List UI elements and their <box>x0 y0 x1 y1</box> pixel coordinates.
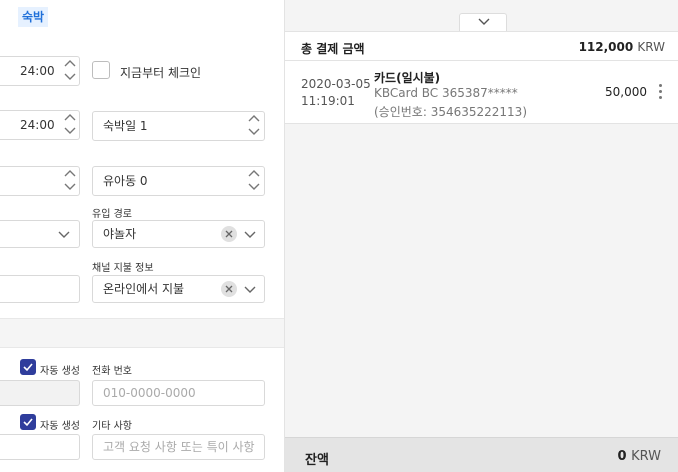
chevron-down-icon <box>244 231 256 238</box>
total-amount-value: 112,000 <box>578 40 634 54</box>
reservation-form-panel: 숙박 24:00 지금부터 체크인 24:00 숙박일 1 유아동 0 유입 경… <box>0 0 284 472</box>
auto-generate-label-2: 자동 생성 <box>40 421 80 432</box>
payment-item[interactable]: 2020-03-05 11:19:01 카드(일시불) KBCard BC 36… <box>285 61 678 124</box>
etc-placeholder: 고객 요청 사항 또는 특이 사항 <box>103 440 255 454</box>
checkin-now-checkbox[interactable] <box>92 61 110 79</box>
guest-id-field-1 <box>0 380 80 406</box>
guest-id-field-2 <box>0 434 80 460</box>
balance-label: 잔액 <box>305 453 329 468</box>
channel-pay-value: 온라인에서 지불 <box>103 282 185 296</box>
clear-icon[interactable] <box>221 281 237 297</box>
infants-stepper[interactable] <box>246 167 262 193</box>
checkin-now-label: 지금부터 체크인 <box>120 66 202 80</box>
channel-pay-label: 채널 지불 정보 <box>92 263 154 274</box>
payment-time: 11:19:01 <box>301 94 355 108</box>
channel-pay-select[interactable]: 온라인에서 지불 <box>92 275 265 303</box>
balance-amount: 0 KRW <box>618 449 661 464</box>
auto-generate-label-1: 자동 생성 <box>40 366 80 377</box>
inflow-select[interactable]: 야놀자 <box>92 220 265 248</box>
nights-field[interactable]: 숙박일 1 <box>92 111 265 141</box>
balance-amount-value: 0 <box>617 449 627 464</box>
room-select[interactable] <box>0 220 80 248</box>
payment-panel: 총 결제 금액 112,000 KRW 2020-03-05 11:19:01 … <box>284 0 678 472</box>
phone-label: 전화 번호 <box>92 366 132 377</box>
clear-icon[interactable] <box>221 226 237 242</box>
phone-placeholder: 010-0000-0000 <box>103 386 196 400</box>
total-amount: 112,000 KRW <box>579 40 665 54</box>
payment-amount: 50,000 <box>605 85 647 99</box>
phone-input[interactable]: 010-0000-0000 <box>92 380 265 406</box>
total-label: 총 결제 금액 <box>301 42 365 56</box>
nights-value: 숙박일 1 <box>103 119 148 133</box>
chevron-down-icon <box>58 231 70 238</box>
infants-value: 유아동 0 <box>103 174 148 188</box>
payment-approval: (승인번호: 354635222113) <box>374 105 527 119</box>
currency: KRW <box>637 40 665 54</box>
payment-card: KBCard BC 365387***** <box>374 86 518 100</box>
total-payment-row: 총 결제 금액 112,000 KRW <box>285 31 678 61</box>
payment-method: 카드(일시불) <box>374 71 441 85</box>
checkin-time-stepper[interactable] <box>62 57 78 83</box>
balance-currency: KRW <box>631 449 661 464</box>
guest-count-stepper[interactable] <box>62 167 78 193</box>
inflow-value: 야놀자 <box>103 227 137 241</box>
more-options-icon[interactable] <box>659 84 663 100</box>
infants-field[interactable]: 유아동 0 <box>92 166 265 196</box>
balance-row: 잔액 0 KRW <box>285 437 678 472</box>
payment-date: 2020-03-05 <box>301 77 371 91</box>
checkin-time-value: 24:00 <box>20 64 55 78</box>
auto-generate-checkbox-2[interactable] <box>20 414 36 430</box>
checkout-time-value: 24:00 <box>20 118 55 132</box>
chevron-down-icon <box>478 18 490 25</box>
price-field[interactable] <box>0 275 80 303</box>
collapse-toggle[interactable] <box>459 13 507 31</box>
inflow-label: 유입 경로 <box>92 209 132 220</box>
chevron-down-icon <box>244 286 256 293</box>
nights-stepper[interactable] <box>246 112 262 138</box>
section-tag-stay: 숙박 <box>18 7 49 27</box>
auto-generate-checkbox-1[interactable] <box>20 359 36 375</box>
etc-label: 기타 사항 <box>92 421 132 432</box>
checkout-time-stepper[interactable] <box>62 111 78 137</box>
section-divider <box>0 318 284 348</box>
etc-input[interactable]: 고객 요청 사항 또는 특이 사항 <box>92 434 265 460</box>
